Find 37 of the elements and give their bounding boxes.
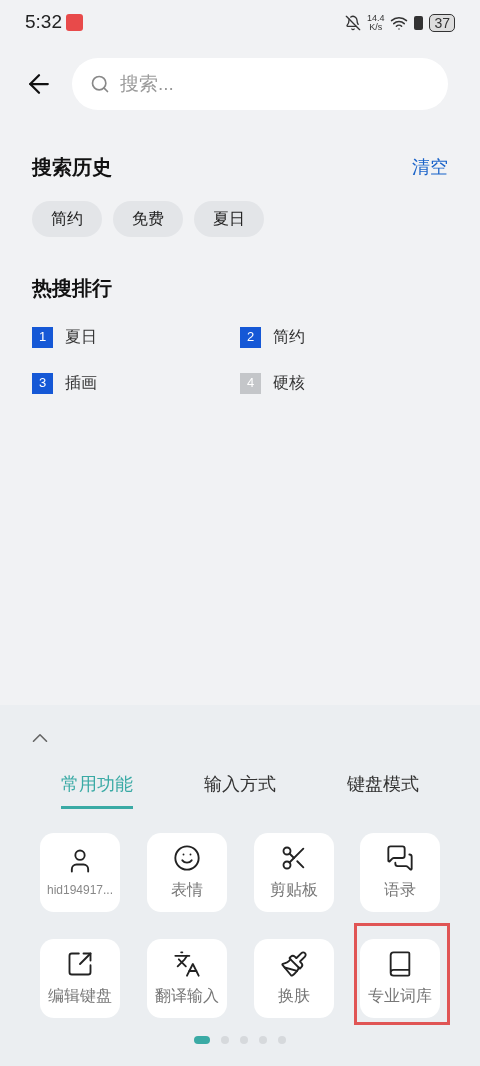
status-time: 5:32 [25, 10, 62, 35]
section-title: 热搜排行 [32, 277, 112, 299]
chat-bubbles-icon [386, 843, 415, 872]
panel-tab[interactable]: 输入方式 [204, 771, 276, 809]
rank-badge: 3 [32, 372, 53, 394]
translate-icon [172, 949, 201, 978]
battery-indicator: 37 [429, 13, 455, 32]
rank-badge: 4 [240, 372, 261, 394]
bell-off-icon [344, 14, 361, 31]
app-notification-icon [66, 14, 83, 31]
feature-tile[interactable]: 编辑键盘 [40, 939, 120, 1018]
feature-tile[interactable]: 语录 [360, 833, 441, 912]
history-chip[interactable]: 夏日 [194, 201, 264, 237]
network-speed: 14.4 [366, 13, 385, 23]
section-title: 搜索历史 [32, 155, 112, 180]
history-chip[interactable]: 简约 [32, 201, 102, 237]
rank-badge: 2 [240, 326, 261, 348]
rank-badge: 1 [32, 326, 53, 348]
clear-link[interactable]: 清空 [412, 153, 448, 181]
feature-tile[interactable]: 换肤 [253, 939, 334, 1018]
search-field[interactable]: 搜索... [120, 69, 430, 99]
trending-item[interactable]: 夏日 [65, 325, 97, 349]
panel-tab[interactable]: 键盘模式 [347, 771, 420, 809]
smiley-icon [172, 843, 201, 872]
search-bar[interactable]: 搜索... [72, 58, 448, 110]
network-speed-unit: K/s [369, 22, 383, 32]
trending-item[interactable]: 简约 [273, 325, 305, 349]
search-icon [90, 74, 110, 94]
feature-tile[interactable]: 翻译输入 [146, 939, 227, 1018]
trending-item[interactable]: 硬核 [273, 371, 305, 395]
feature-tile[interactable]: hid194917... [40, 833, 120, 912]
history-chip[interactable]: 免费 [113, 201, 183, 237]
feature-tile[interactable]: 专业词库 [360, 939, 441, 1018]
trending-item[interactable]: 插画 [65, 371, 97, 395]
feature-tile[interactable]: 表情 [146, 833, 227, 912]
paintbrush-icon [279, 949, 308, 978]
feature-tile[interactable]: 剪贴板 [253, 833, 334, 912]
